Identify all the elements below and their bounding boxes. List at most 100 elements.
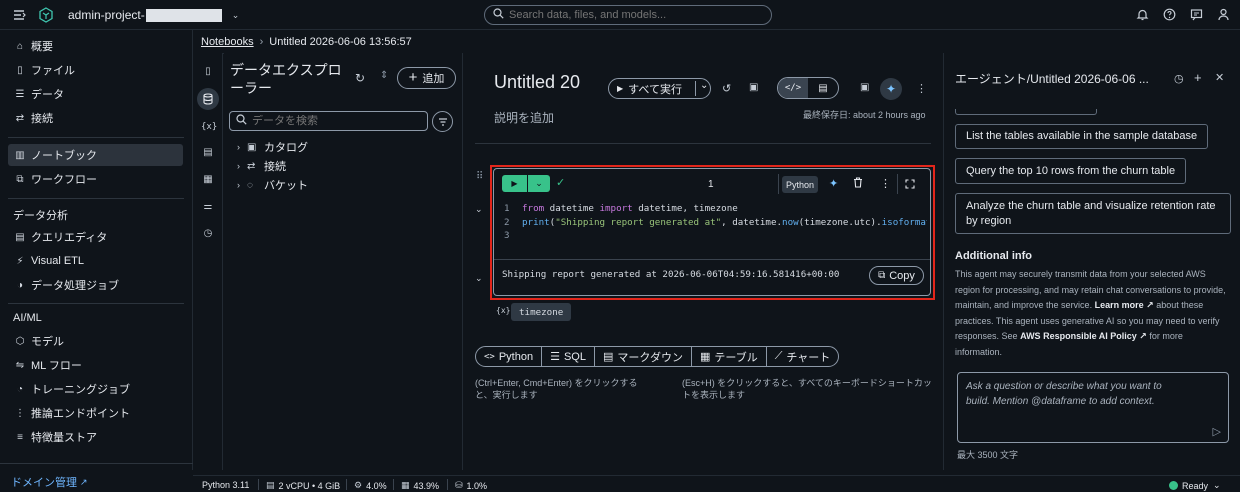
cell-ai-icon[interactable]: ✦ [829, 177, 838, 190]
send-icon[interactable]: ▷ [1213, 425, 1221, 438]
help-icon[interactable] [1162, 8, 1176, 22]
table-panel-icon[interactable]: ▤ [201, 146, 215, 160]
server-icon: ▤ [266, 480, 275, 490]
tree-item-connections[interactable]: › ⇄ 接続 [237, 158, 286, 174]
add-button[interactable]: + 追加 [397, 67, 456, 89]
status-divider [258, 479, 259, 490]
sidebar-item-connections[interactable]: ⇄ 接続 [8, 107, 183, 129]
copy-icon: ⧉ [878, 270, 886, 281]
sidebar-item-data[interactable]: ☰ データ [8, 83, 183, 105]
ready-status[interactable]: Ready ⌄ [1169, 480, 1221, 491]
global-search[interactable] [484, 5, 772, 25]
sidebar-item-query-editor[interactable]: ▤ クエリエディタ [8, 226, 183, 248]
add-chart-cell-button[interactable]: ⟋ チャート [767, 347, 839, 366]
kernel-status[interactable]: Python 3.11 [202, 480, 249, 490]
explorer-search-input[interactable] [252, 115, 422, 127]
new-chat-plus-icon[interactable]: + [1194, 70, 1202, 85]
notebook-description[interactable]: 説明を追加 [494, 109, 554, 126]
cell-more-icon[interactable]: ⋮ [880, 177, 891, 190]
drag-handle-icon[interactable]: ⠿ [476, 171, 483, 182]
add-table-cell-button[interactable]: ▦ テーブル [692, 347, 767, 366]
ai-assist-icon[interactable]: ✦ [880, 78, 902, 100]
code-view-icon[interactable]: </> [778, 78, 808, 98]
files-panel-icon[interactable]: ▯ [201, 65, 215, 79]
sidebar-item-ml-flows[interactable]: ⇋ ML フロー [8, 354, 183, 376]
sidebar-item-workflows[interactable]: ⧉ ワークフロー [8, 168, 183, 190]
delete-icon[interactable] [853, 177, 863, 191]
code-token: (timezone.utc). [798, 216, 882, 228]
code-editor[interactable]: 1 from datetime import datetime, timezone… [504, 202, 927, 243]
sort-icon[interactable]: ⇕ [380, 70, 388, 81]
document-view-icon[interactable]: ▤ [808, 78, 838, 98]
sidebar-item-label: クエリエディタ [31, 232, 108, 244]
suggestion-analyze-churn[interactable]: Analyze the churn table and visualize re… [955, 193, 1231, 234]
more-options-icon[interactable]: ⋮ [916, 82, 927, 95]
history-icon[interactable]: ↺ [722, 82, 731, 95]
breadcrumb-notebooks-link[interactable]: Notebooks [201, 36, 254, 48]
project-selector[interactable]: admin-project- ⌄ [68, 8, 239, 22]
learn-more-link[interactable]: Learn more ↗ [1095, 300, 1154, 310]
close-icon[interactable]: ✕ [1215, 71, 1224, 84]
collapse-output-icon[interactable]: ⌄ [475, 273, 483, 284]
schedule-icon[interactable]: ▣ [749, 82, 758, 93]
copy-output-button[interactable]: ⧉ Copy [869, 266, 924, 285]
run-cell-play-icon[interactable]: ▶ [502, 175, 527, 192]
status-divider [346, 479, 347, 490]
add-markdown-cell-button[interactable]: ▤ マークダウン [595, 347, 692, 366]
history-icon[interactable]: ◷ [1174, 72, 1184, 85]
agent-prompt-input[interactable]: Ask a question or describe what you want… [957, 372, 1229, 443]
code-line[interactable]: 1 from datetime import datetime, timezone [504, 202, 927, 216]
sidebar-item-training-jobs[interactable]: ◔ トレーニングジョブ [8, 378, 183, 400]
explorer-search-field[interactable] [229, 111, 428, 131]
code-line[interactable]: 3 [504, 229, 927, 243]
menu-toggle-icon[interactable] [13, 8, 27, 22]
tree-item-catalog[interactable]: › ▣ カタログ [237, 139, 308, 155]
schedule-icon[interactable]: ◷ [201, 227, 215, 241]
variable-tag[interactable]: timezone [511, 303, 572, 321]
add-button-label: 追加 [422, 73, 445, 85]
sidebar-item-notebooks[interactable]: ▥ ノートブック [8, 144, 183, 166]
run-cell-control[interactable]: ▶ ⌄ [502, 175, 551, 192]
data-explorer-icon[interactable] [197, 88, 219, 110]
run-all-button[interactable]: ▶ すべて実行 ⌄ [608, 78, 711, 99]
sidebar-item-overview[interactable]: ⌂ 概要 [8, 35, 183, 57]
sidebar-item-label: モデル [31, 336, 64, 348]
expand-icon[interactable] [905, 179, 915, 192]
calendar-icon[interactable]: ▦ [201, 173, 215, 187]
feedback-icon[interactable] [1189, 8, 1203, 22]
notebook-title[interactable]: Untitled 20 [494, 72, 580, 93]
sidebar-item-feature-store[interactable]: ≡ 特徴量ストア [8, 426, 183, 448]
sidebar-item-data-processing-jobs[interactable]: ◑ データ処理ジョブ [8, 274, 183, 296]
language-badge[interactable]: Python [782, 176, 819, 193]
sidebar-item-inference-endpoints[interactable]: ⋮ 推論エンドポイント [8, 402, 183, 424]
save-icon[interactable]: ▣ [860, 82, 869, 93]
filter-button[interactable] [432, 111, 453, 132]
add-python-cell-button[interactable]: <> Python [476, 347, 543, 366]
code-token: , datetime. [721, 216, 783, 228]
sidebar-item-models[interactable]: ⬡ モデル [8, 330, 183, 352]
disk-status: ⛁ 1.0% [455, 480, 487, 491]
user-profile-icon[interactable] [1216, 8, 1230, 22]
suggestion-query-top-rows[interactable]: Query the top 10 rows from the churn tab… [955, 158, 1187, 184]
search-input[interactable] [509, 9, 749, 21]
collapse-code-icon[interactable]: ⌄ [475, 204, 483, 215]
tree-item-buckets[interactable]: › ◌ バケット [237, 177, 308, 193]
chevron-down-icon[interactable]: ⌄ [700, 80, 708, 91]
sidebar-item-visual-etl[interactable]: ⚡ Visual ETL [8, 250, 183, 272]
run-options-chevron-icon[interactable]: ⌄ [527, 175, 550, 192]
learn-more-label: Learn more [1094, 300, 1144, 310]
add-sql-cell-button[interactable]: ☰ SQL [542, 347, 595, 366]
responsible-ai-policy-link[interactable]: AWS Responsible AI Policy ↗ [1020, 331, 1147, 341]
visual-etl-icon: ⚡ [16, 255, 24, 267]
sidebar-item-files[interactable]: ▯ ファイル [8, 59, 183, 81]
compute-status[interactable]: ▤ 2 vCPU • 4 GiB [266, 480, 340, 491]
run-all-label: すべて実行 [628, 83, 682, 96]
settings-sliders-icon[interactable]: ⚌ [201, 200, 215, 214]
refresh-icon[interactable]: ↻ [355, 71, 365, 85]
code-line[interactable]: 2 print("Shipping report generated at", d… [504, 216, 927, 230]
variables-icon[interactable]: {x} [201, 120, 217, 134]
notifications-bell-icon[interactable] [1135, 8, 1149, 22]
domain-management-link[interactable]: ドメイン管理 ↗ [11, 474, 88, 490]
view-toggle[interactable]: </> ▤ [777, 77, 839, 99]
suggestion-list-tables[interactable]: List the tables available in the sample … [955, 124, 1209, 149]
